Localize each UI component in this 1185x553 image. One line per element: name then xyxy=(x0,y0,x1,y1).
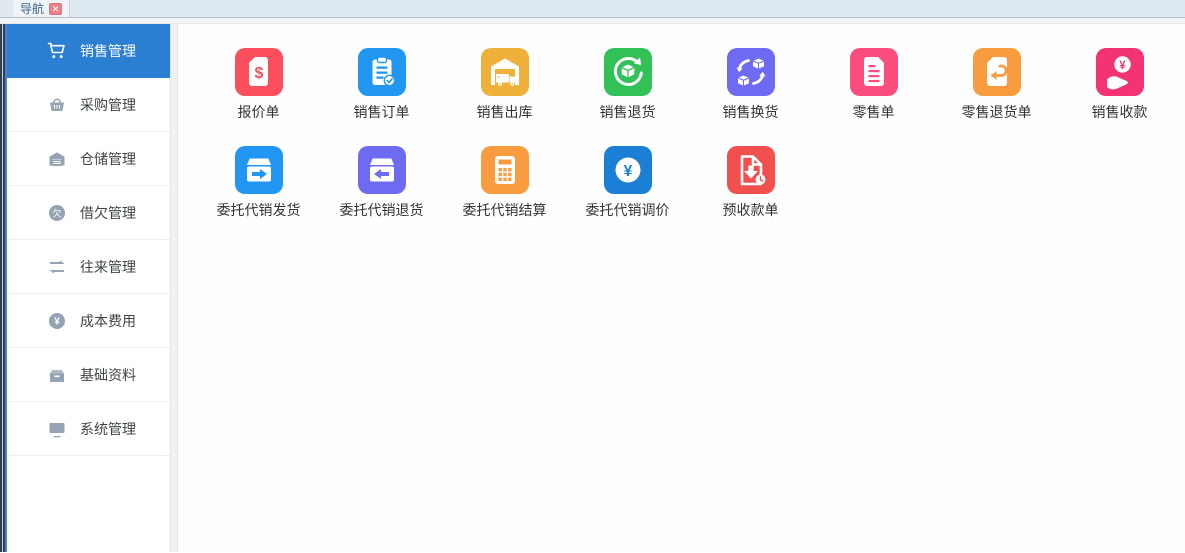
module-retail-order[interactable]: 零售单 xyxy=(812,48,935,122)
sidebar-item-label: 借欠管理 xyxy=(80,203,136,223)
module-label: 销售换货 xyxy=(689,104,812,122)
svg-text:欠: 欠 xyxy=(52,207,61,218)
sidebar-item-debt[interactable]: 欠 借欠管理 xyxy=(7,186,170,240)
clipboard-check-icon xyxy=(358,48,406,96)
debt-circle-icon: 欠 xyxy=(47,203,67,223)
doc-undo-icon xyxy=(973,48,1021,96)
sidebar-item-transactions[interactable]: 往来管理 xyxy=(7,240,170,294)
module-label: 委托代销发货 xyxy=(197,202,320,220)
module-label: 销售退货 xyxy=(566,104,689,122)
module-sales-exchange[interactable]: 销售换货 xyxy=(689,48,812,122)
module-retail-return[interactable]: 零售退货单 xyxy=(935,48,1058,122)
module-label: 报价单 xyxy=(197,104,320,122)
quotation-doc-icon: $ xyxy=(235,48,283,96)
module-label: 预收款单 xyxy=(689,202,812,220)
hand-coin-icon: ¥ xyxy=(1096,48,1144,96)
sidebar-item-label: 系统管理 xyxy=(80,419,136,439)
cart-icon xyxy=(47,41,67,61)
svg-text:¥: ¥ xyxy=(623,163,632,180)
module-label: 零售退货单 xyxy=(935,104,1058,122)
module-quotation[interactable]: $ 报价单 xyxy=(197,48,320,122)
module-consignment-reprice[interactable]: ¥ 委托代销调价 xyxy=(566,146,689,220)
panel-splitter[interactable] xyxy=(170,24,178,552)
window-edge-border xyxy=(0,24,7,552)
boxes-swap-icon xyxy=(727,48,775,96)
module-label: 委托代销调价 xyxy=(566,202,689,220)
module-label: 零售单 xyxy=(812,104,935,122)
box-arrow-right-icon xyxy=(235,146,283,194)
module-label: 委托代销结算 xyxy=(443,202,566,220)
sidebar-item-label: 基础资料 xyxy=(80,365,136,385)
module-label: 销售订单 xyxy=(320,104,443,122)
retail-doc-icon xyxy=(850,48,898,96)
module-sales-outbound[interactable]: 销售出库 xyxy=(443,48,566,122)
sidebar-item-basic-data[interactable]: 基础资料 xyxy=(7,348,170,402)
tab-strip: 导航 ✕ xyxy=(0,0,1185,18)
svg-text:$: $ xyxy=(254,65,263,82)
module-consignment-return[interactable]: 委托代销退货 xyxy=(320,146,443,220)
module-sales-order[interactable]: 销售订单 xyxy=(320,48,443,122)
cost-coin-icon: ¥ xyxy=(47,311,67,331)
basket-icon xyxy=(47,95,67,115)
module-sales-return[interactable]: 销售退货 xyxy=(566,48,689,122)
sidebar-item-purchase[interactable]: 采购管理 xyxy=(7,78,170,132)
svg-text:¥: ¥ xyxy=(1119,60,1126,72)
sidebar-item-label: 仓储管理 xyxy=(80,149,136,169)
box-arrow-left-icon xyxy=(358,146,406,194)
module-advance-receipt[interactable]: 预收款单 xyxy=(689,146,812,220)
calculator-icon xyxy=(481,146,529,194)
sidebar: 销售管理 采购管理 仓储管理 xyxy=(7,24,170,552)
sidebar-item-label: 销售管理 xyxy=(80,41,136,61)
warehouse-icon xyxy=(47,149,67,169)
module-grid: $ 报价单 销售订单 xyxy=(178,24,1185,552)
archive-box-icon xyxy=(47,365,67,385)
monitor-icon xyxy=(47,419,67,439)
module-label: 销售收款 xyxy=(1058,104,1181,122)
close-icon[interactable]: ✕ xyxy=(49,3,62,15)
exchange-arrows-icon xyxy=(47,257,67,277)
sidebar-item-warehouse[interactable]: 仓储管理 xyxy=(7,132,170,186)
tab-navigation[interactable]: 导航 ✕ xyxy=(13,0,70,17)
doc-down-clock-icon xyxy=(727,146,775,194)
sidebar-item-label: 成本费用 xyxy=(80,311,136,331)
svg-text:¥: ¥ xyxy=(54,316,60,327)
sidebar-item-label: 往来管理 xyxy=(80,257,136,277)
box-return-icon xyxy=(604,48,652,96)
yen-circle-icon: ¥ xyxy=(604,146,652,194)
module-consignment-settle[interactable]: 委托代销结算 xyxy=(443,146,566,220)
sidebar-item-label: 采购管理 xyxy=(80,95,136,115)
tab-navigation-label: 导航 xyxy=(20,3,44,15)
sidebar-item-costs[interactable]: ¥ 成本费用 xyxy=(7,294,170,348)
module-consignment-ship[interactable]: 委托代销发货 xyxy=(197,146,320,220)
module-label: 委托代销退货 xyxy=(320,202,443,220)
module-row-2: 委托代销发货 委托代销退货 xyxy=(197,146,1185,220)
sidebar-item-sales[interactable]: 销售管理 xyxy=(7,24,170,78)
sidebar-item-system[interactable]: 系统管理 xyxy=(7,402,170,456)
module-label: 销售出库 xyxy=(443,104,566,122)
module-sales-collection[interactable]: ¥ 销售收款 xyxy=(1058,48,1181,122)
warehouse-truck-icon xyxy=(481,48,529,96)
module-row-1: $ 报价单 销售订单 xyxy=(197,48,1185,122)
